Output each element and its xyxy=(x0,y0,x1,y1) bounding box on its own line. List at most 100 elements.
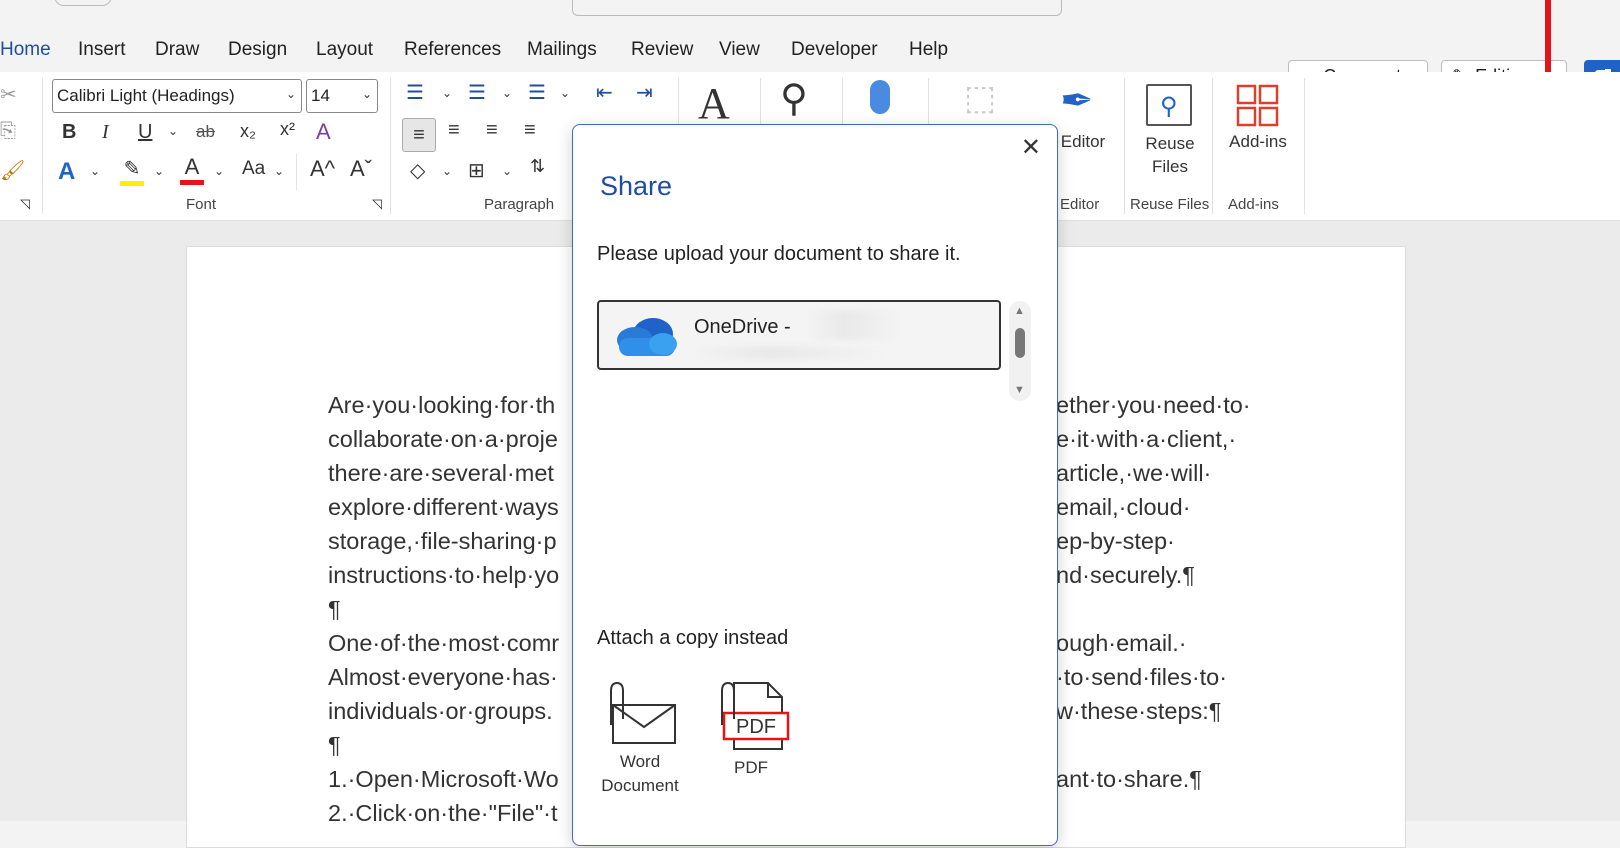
document-line-right: ep-by-step· xyxy=(1056,528,1175,554)
shrink-font-button[interactable]: Aˇ xyxy=(350,156,372,182)
document-line: Almost·everyone·has· xyxy=(328,664,558,690)
increase-indent-icon[interactable]: ⇥ xyxy=(636,80,653,105)
word-attachment-icon xyxy=(610,681,676,744)
document-line: One·of·the·most·comr xyxy=(328,630,560,656)
scroll-down-icon[interactable]: ▼ xyxy=(1014,384,1025,396)
close-icon[interactable]: ✕ xyxy=(1021,133,1041,162)
font-name-select[interactable]: Calibri Light (Headings) ⌄ xyxy=(52,79,302,113)
document-line-right: ant·to·share.¶ xyxy=(1056,766,1202,792)
reuse-files-group-label: Reuse Files xyxy=(1130,196,1210,213)
change-case-button[interactable]: Aa xyxy=(242,158,265,180)
shading-icon[interactable]: ◇ xyxy=(410,158,425,183)
document-line: explore·different·ways xyxy=(328,494,559,520)
onedrive-cloud-icon xyxy=(617,318,677,356)
ribbon-tabs: Home Insert Draw Design Layout Reference… xyxy=(0,28,1620,93)
redacted-account-name xyxy=(804,310,904,340)
document-line-right: ough·email.· xyxy=(1056,630,1187,656)
clear-formatting-icon[interactable]: A xyxy=(316,119,331,145)
font-dialog-launcher-icon[interactable]: ◹ xyxy=(372,196,382,212)
tab-references[interactable]: References xyxy=(404,39,501,61)
group-divider xyxy=(390,78,391,214)
tab-developer[interactable]: Developer xyxy=(791,39,878,61)
location-list-scrollbar[interactable]: ▲ ▼ xyxy=(1009,301,1031,401)
chevron-down-icon[interactable]: ⌄ xyxy=(442,164,452,178)
chevron-down-icon[interactable]: ⌄ xyxy=(154,164,164,178)
numbering-icon[interactable]: ☰ xyxy=(468,80,486,105)
grow-font-button[interactable]: A^ xyxy=(310,156,335,182)
tab-home[interactable]: Home xyxy=(0,39,51,75)
underline-button[interactable]: U xyxy=(138,121,152,144)
chevron-down-icon[interactable]: ⌄ xyxy=(90,164,100,178)
chevron-down-icon[interactable]: ⌄ xyxy=(274,164,284,178)
chevron-down-icon[interactable]: ⌄ xyxy=(560,86,570,100)
add-ins-button-label[interactable]: Add-ins xyxy=(1222,132,1294,152)
bullets-icon[interactable]: ☰ xyxy=(406,80,424,105)
align-right-icon[interactable]: ≡ xyxy=(486,119,498,142)
font-size-value: 14 xyxy=(311,86,330,105)
font-size-select[interactable]: 14 ⌄ xyxy=(306,79,378,113)
tab-insert[interactable]: Insert xyxy=(78,39,126,61)
autosave-toggle[interactable] xyxy=(54,0,112,6)
tab-help[interactable]: Help xyxy=(909,39,948,61)
copy-icon[interactable]: ⎘ xyxy=(0,120,16,143)
editor-button-label[interactable]: Editor xyxy=(1058,132,1108,152)
tab-layout[interactable]: Layout xyxy=(316,39,373,61)
chevron-down-icon[interactable]: ⌄ xyxy=(442,86,452,100)
document-line: instructions·to·help·yo xyxy=(328,562,560,588)
share-dialog: ✕ Share Please upload your document to s… xyxy=(572,124,1058,846)
cut-icon[interactable]: ✂ xyxy=(0,82,17,107)
format-painter-icon[interactable]: 🖌 xyxy=(0,158,25,183)
subscript-button[interactable]: x₂ xyxy=(240,121,256,142)
reuse-files-button-label[interactable]: Reuse Files xyxy=(1132,132,1208,178)
chevron-down-icon[interactable]: ⌄ xyxy=(168,124,178,138)
tab-mailings[interactable]: Mailings xyxy=(527,39,597,61)
sensitivity-icon: ⬚ xyxy=(964,79,997,117)
document-line: storage,·file-sharing·p xyxy=(328,528,557,554)
attach-pdf-option[interactable]: PDF PDF xyxy=(706,681,796,780)
styles-icon[interactable]: A xyxy=(698,78,730,129)
italic-button[interactable]: I xyxy=(102,121,109,144)
bold-button[interactable]: B xyxy=(62,121,76,144)
document-line-right: article,·we·will· xyxy=(1056,460,1212,486)
pdf-badge-text: PDF xyxy=(736,716,776,738)
onedrive-location-item[interactable]: OneDrive - xyxy=(597,300,1001,370)
strikethrough-button[interactable]: ab xyxy=(196,122,215,142)
superscript-button[interactable]: x² xyxy=(280,119,295,140)
document-line: there·are·several·met xyxy=(328,460,554,486)
scroll-up-icon[interactable]: ▲ xyxy=(1014,305,1025,317)
find-icon[interactable]: ⚲ xyxy=(780,76,808,121)
chevron-down-icon[interactable]: ⌄ xyxy=(502,86,512,100)
add-ins-icon[interactable] xyxy=(1236,84,1280,128)
sort-icon[interactable]: ⇅ xyxy=(530,156,545,177)
chevron-down-icon: ⌄ xyxy=(361,87,372,101)
reuse-files-icon[interactable]: ⚲ xyxy=(1146,84,1192,126)
justify-icon[interactable]: ≡ xyxy=(524,119,536,142)
font-color-icon[interactable]: A xyxy=(180,154,204,185)
group-divider xyxy=(42,78,43,214)
chevron-down-icon[interactable]: ⌄ xyxy=(502,164,512,178)
document-line: collaborate·on·a·proje xyxy=(328,426,558,452)
tab-design[interactable]: Design xyxy=(228,39,287,61)
onedrive-location-name: OneDrive - xyxy=(694,316,791,338)
align-center-icon[interactable]: ≡ xyxy=(448,119,460,142)
tab-view[interactable]: View xyxy=(719,39,760,61)
dictate-microphone-icon[interactable] xyxy=(870,80,890,114)
text-effects-icon[interactable]: A xyxy=(58,158,75,186)
pdf-attachment-icon: PDF xyxy=(721,681,790,750)
tab-review[interactable]: Review xyxy=(631,39,693,61)
borders-icon[interactable]: ⊞ xyxy=(468,158,485,183)
multilevel-list-icon[interactable]: ☰ xyxy=(528,80,546,105)
highlight-color-icon[interactable]: ✎ xyxy=(120,156,144,186)
scrollbar-thumb[interactable] xyxy=(1015,328,1025,358)
group-divider xyxy=(1212,78,1213,214)
document-line-right: ether·you·need·to· xyxy=(1056,392,1251,418)
chevron-down-icon[interactable]: ⌄ xyxy=(214,164,224,178)
editor-icon[interactable]: ✒ xyxy=(1060,78,1094,124)
align-left-icon[interactable]: ≡ xyxy=(402,118,436,152)
clipboard-dialog-launcher-icon[interactable]: ◹ xyxy=(20,196,30,212)
search-box[interactable] xyxy=(572,0,1062,16)
decrease-indent-icon[interactable]: ⇤ xyxy=(596,80,613,105)
tab-draw[interactable]: Draw xyxy=(155,39,199,61)
title-bar xyxy=(0,0,1620,28)
attach-word-document-option[interactable]: Word Document xyxy=(595,681,685,798)
